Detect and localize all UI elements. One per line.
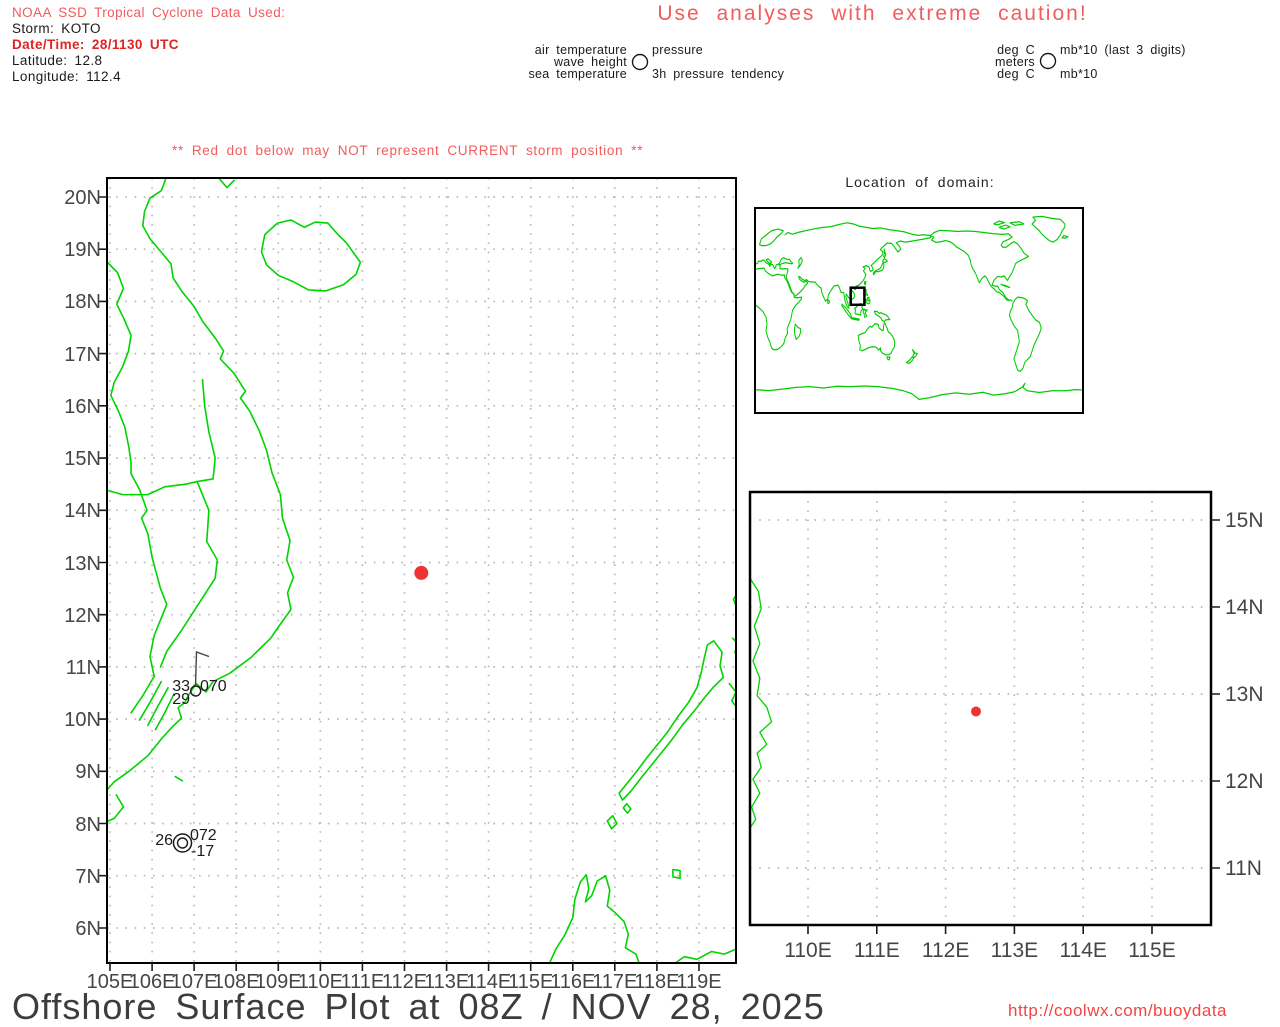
zoom-lon-label: 114E xyxy=(1059,939,1107,962)
lat-label: 6N xyxy=(75,918,101,940)
lon-label: 115E xyxy=(508,971,553,993)
main-map-latitude-gridlines xyxy=(107,196,736,929)
legend-units-circle-icon xyxy=(1039,52,1057,70)
zoom-lat-label: 13N xyxy=(1225,683,1264,706)
storm-position-dot xyxy=(414,565,429,580)
lat-label: 10N xyxy=(64,709,101,731)
lat-label: 9N xyxy=(75,761,101,783)
palawan-islets xyxy=(607,804,680,879)
lon-label: 110E xyxy=(298,971,343,993)
palawan-island xyxy=(619,641,723,800)
main-map-bottom-ticks xyxy=(109,963,700,971)
con-dao-island xyxy=(175,777,182,781)
zoom-lat-label: 12N xyxy=(1225,770,1264,793)
lat-label: 8N xyxy=(75,814,101,836)
world-inset-map xyxy=(754,207,1084,414)
station2-pressure: 072 xyxy=(190,827,217,844)
lon-label: 107E xyxy=(171,971,218,993)
lon-label: 105E xyxy=(87,971,134,993)
main-map: 33 070 29 26 072 -17 20N 19N 18N 17N 16N… xyxy=(64,176,740,993)
station-plot-1: 33 070 29 xyxy=(172,651,227,708)
lat-label: 7N xyxy=(75,866,101,888)
lon-label: 117E xyxy=(592,971,637,993)
station2-air-temp: 26 xyxy=(155,832,173,849)
lat-label: 20N xyxy=(64,187,101,209)
zoom-lon-label: 112E xyxy=(922,939,970,962)
zoom-lat-label: 14N xyxy=(1225,596,1264,619)
dong-nai-river xyxy=(160,482,217,667)
station-plot-2: 26 072 -17 xyxy=(155,827,217,860)
station1-sea-temp: 29 xyxy=(172,691,190,708)
lat-label: 13N xyxy=(64,553,101,575)
zoom-storm-position-dot xyxy=(971,706,981,717)
lon-label: 109E xyxy=(255,971,302,993)
lat-label: 14N xyxy=(64,500,101,522)
lat-label: 12N xyxy=(64,605,101,627)
zoom-lon-label: 115E xyxy=(1128,939,1176,962)
lon-label: 118E xyxy=(634,971,679,993)
lat-label: 18N xyxy=(64,291,101,313)
zoom-vietnam-coast-fragment xyxy=(749,577,772,830)
borneo-coastline xyxy=(548,875,640,966)
world-coastlines xyxy=(756,215,1082,400)
zoom-lat-label: 15N xyxy=(1225,509,1264,532)
station-circle-icon xyxy=(176,837,189,849)
zoom-map-frame xyxy=(748,490,1213,927)
domain-rectangle xyxy=(849,286,866,307)
zoom-lon-label: 111E xyxy=(854,939,900,962)
zoom-map-right-ticks xyxy=(1211,519,1220,869)
lat-label: 17N xyxy=(64,344,101,366)
calm-wind-circle-icon xyxy=(172,833,193,853)
lon-label: 112E xyxy=(382,971,427,993)
lon-label: 108E xyxy=(213,971,260,993)
lat-label: 11N xyxy=(66,657,101,679)
lon-label: 106E xyxy=(129,971,176,993)
hainan-island xyxy=(261,220,360,291)
lat-label: 19N xyxy=(64,239,101,261)
lon-label: 113E xyxy=(424,971,469,993)
zoom-map: 15N 14N 13N 12N 11N 110E 111E 112E 113E … xyxy=(748,490,1264,962)
zoom-lon-label: 113E xyxy=(991,939,1039,962)
srepok-river xyxy=(101,380,215,495)
station1-pressure: 070 xyxy=(200,678,227,695)
zoom-map-latitude-gridlines xyxy=(750,519,1211,869)
vietnam-coastline xyxy=(106,176,294,791)
ca-mau-peninsula xyxy=(106,795,124,822)
mekong-river xyxy=(106,261,167,677)
world-inset-frame xyxy=(754,207,1084,414)
lon-label: 114E xyxy=(466,971,511,993)
zoom-map-bottom-ticks xyxy=(807,925,1153,934)
philippine-island-fragments xyxy=(729,591,740,708)
legend-station-circle-icon xyxy=(631,53,649,71)
lat-label: 16N xyxy=(64,396,101,418)
lon-label: 116E xyxy=(550,971,595,993)
station2-tendency: -17 xyxy=(191,843,214,860)
zoom-lat-label: 11N xyxy=(1225,857,1262,880)
buoy-plot-page: { "header": { "source_line": "NOAA SSD T… xyxy=(0,0,1280,1027)
lon-label: 119E xyxy=(676,971,721,993)
zoom-lon-label: 110E xyxy=(784,939,832,962)
lon-label: 111E xyxy=(341,971,385,993)
leizhou-coast-fragment xyxy=(219,179,234,188)
plot-canvas: 33 070 29 26 072 -17 20N 19N 18N 17N 16N… xyxy=(64,52,1264,993)
lat-label: 15N xyxy=(64,448,101,470)
